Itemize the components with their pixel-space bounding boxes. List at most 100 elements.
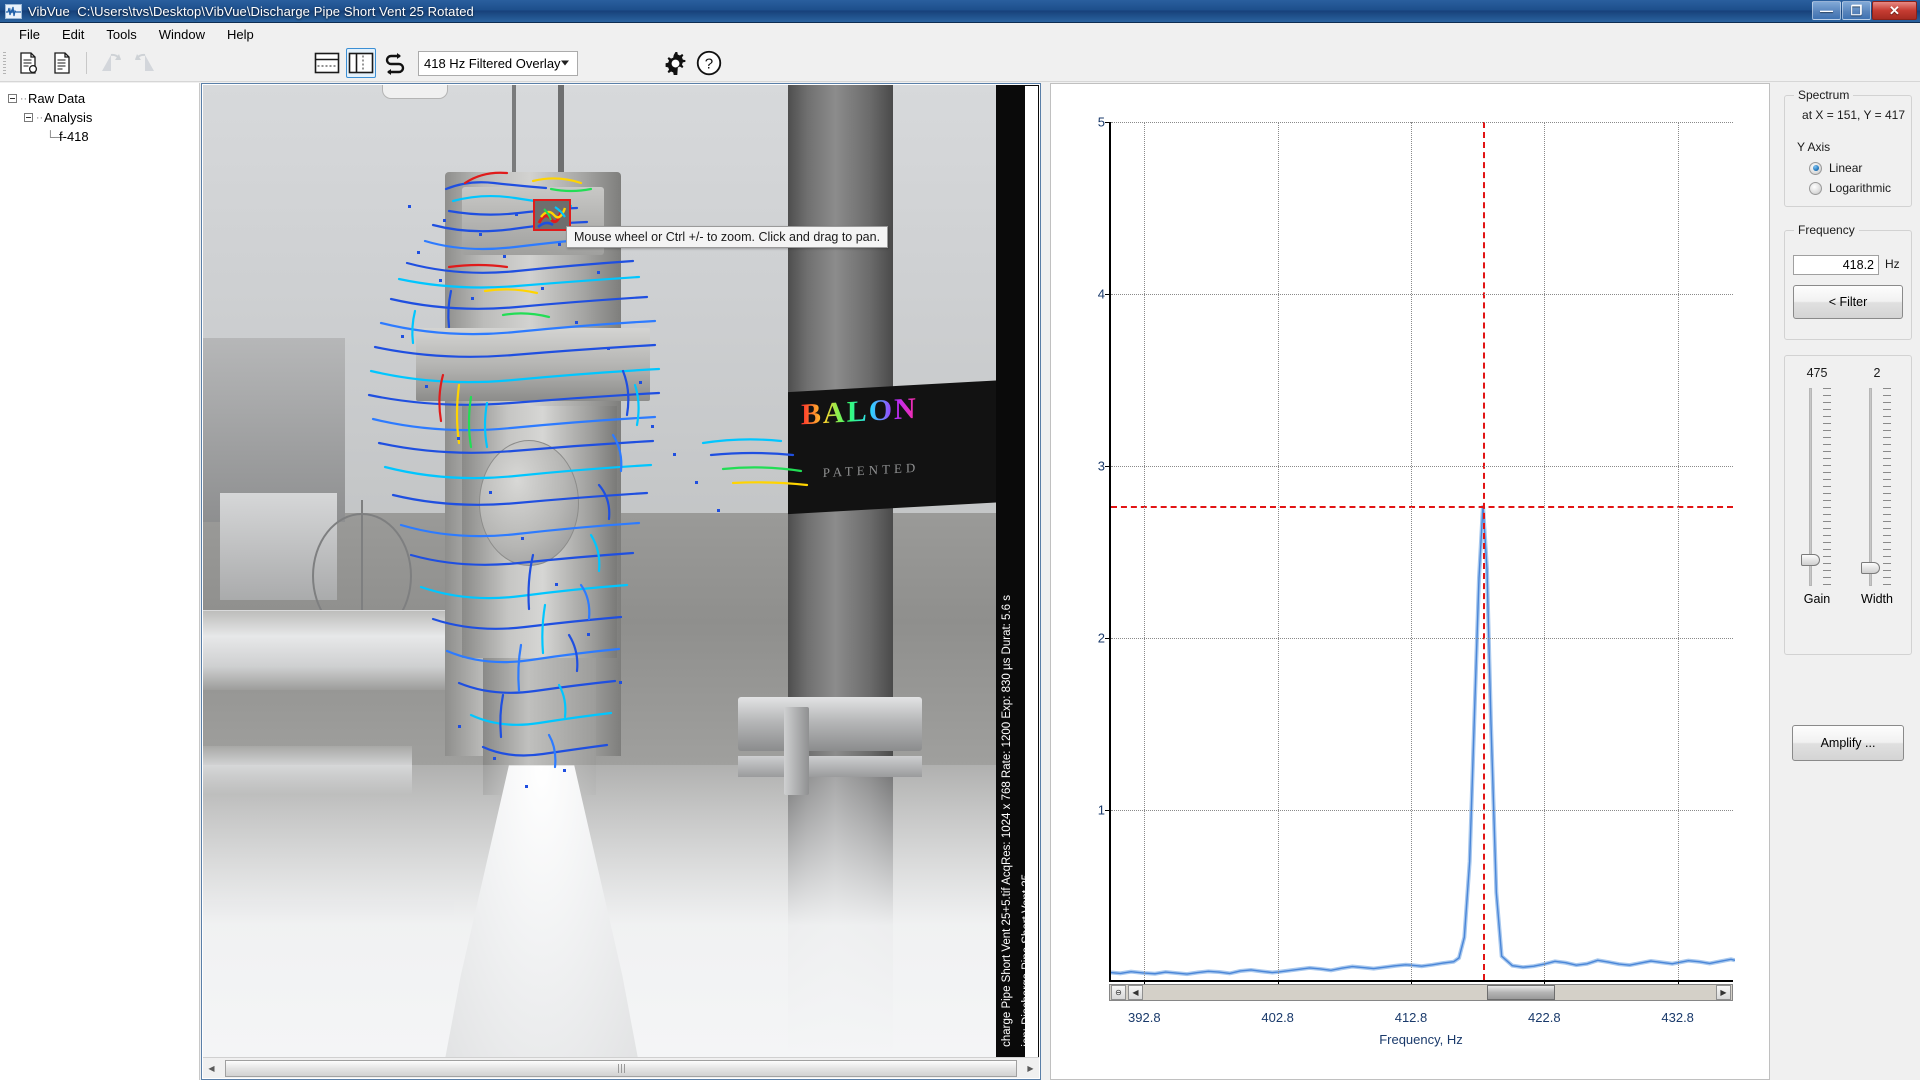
- tree-node-label: Analysis: [44, 110, 93, 125]
- menu-item-edit[interactable]: Edit: [51, 25, 95, 44]
- radio-option-logarithmic[interactable]: Logarithmic: [1795, 181, 1891, 195]
- gain-width-group: 475 Gain 2 Width: [1784, 355, 1912, 655]
- tree-node-raw-data[interactable]: ·· Raw Data: [0, 89, 199, 108]
- new-document-icon[interactable]: [13, 48, 43, 78]
- scene-pipe-clamp-2: [738, 755, 922, 778]
- radio-linear-icon[interactable]: [1809, 161, 1822, 175]
- thermal-scene-image: BALON PATENTED charge Pipe Short Vent 25…: [203, 85, 1039, 1057]
- x-axis-label: Frequency, Hz: [1379, 1032, 1463, 1047]
- document-path: C:\Users\tvs\Desktop\VibVue\Discharge Pi…: [77, 3, 474, 19]
- toolbar-separator: [86, 52, 87, 74]
- scrollbar-grip-icon: [617, 1063, 625, 1073]
- scrollbar-thumb[interactable]: [225, 1059, 1017, 1077]
- frequency-value: 418.2: [1842, 258, 1874, 272]
- radio-option-linear[interactable]: Linear: [1795, 161, 1862, 175]
- scene-thin-pole-2: [512, 85, 517, 173]
- y-axis-tick-mark: [1105, 122, 1111, 123]
- menu-bar: File Edit Tools Window Help: [0, 23, 1920, 45]
- radio-logarithmic-icon[interactable]: [1809, 181, 1822, 195]
- width-slider-ticks: [1883, 388, 1891, 586]
- chart-scrollbar-track[interactable]: [1144, 985, 1715, 1000]
- amplify-button[interactable]: Amplify ...: [1792, 725, 1904, 761]
- undo-arrow-icon[interactable]: [96, 48, 126, 78]
- gridline-vertical: [1144, 122, 1146, 980]
- scroll-right-arrow-icon[interactable]: ▶: [1716, 985, 1731, 1000]
- open-document-icon[interactable]: [47, 48, 77, 78]
- gear-icon[interactable]: [658, 48, 692, 78]
- scene-clamp-bolt: [784, 707, 810, 795]
- chart-horizontal-scrollbar[interactable]: ⊖ ◀ ▶: [1109, 984, 1733, 1001]
- spectrum-series-line: [1111, 505, 1735, 977]
- image-vertical-scrollbar[interactable]: [1025, 86, 1038, 1057]
- gain-slider-thumb[interactable]: [1801, 554, 1820, 566]
- chevron-down-icon: [561, 60, 569, 66]
- acquisition-metadata-text: charge Pipe Short Vent 25+5.tif AcqRes: …: [1001, 595, 1013, 1047]
- collapse-toggle-icon[interactable]: [8, 94, 17, 103]
- spectrum-plot-area[interactable]: 1 2 3 4 5 392.8 402.8 412.8 422.8 432.8: [1098, 115, 1735, 1025]
- tree-connector: └─: [46, 129, 64, 144]
- image-viewer-panel: BALON PATENTED charge Pipe Short Vent 25…: [201, 83, 1041, 1080]
- close-button[interactable]: ✕: [1872, 1, 1917, 20]
- zoom-out-icon[interactable]: ⊖: [1111, 985, 1126, 1000]
- x-axis-tick-label: 422.8: [1528, 1010, 1561, 1025]
- layout-horizontal-split-icon[interactable]: [312, 48, 342, 78]
- width-slider-track[interactable]: [1869, 388, 1872, 586]
- gridline-horizontal: [1111, 122, 1733, 123]
- minimize-button[interactable]: —: [1812, 1, 1841, 20]
- scrollbar-track[interactable]: [220, 1058, 1022, 1078]
- project-tree: ·· Raw Data ·· Analysis └─ f-418: [0, 83, 200, 1080]
- gridline-horizontal: [1111, 294, 1733, 295]
- tree-node-analysis[interactable]: ·· Analysis: [0, 108, 199, 127]
- scene-horizontal-pipe: [203, 609, 479, 690]
- gridline-vertical: [1277, 122, 1279, 980]
- control-panel: Spectrum at X = 151, Y = 417 Y Axis Line…: [1776, 83, 1920, 1080]
- y-axis-tick-mark: [1105, 466, 1111, 467]
- scene-pipe-clamp: [738, 697, 922, 751]
- chart-scrollbar-thumb[interactable]: [1486, 985, 1556, 1000]
- menu-item-tools[interactable]: Tools: [95, 25, 147, 44]
- tree-connector: ··: [35, 111, 44, 124]
- layout-vertical-split-icon[interactable]: [346, 48, 376, 78]
- redo-arrow-icon[interactable]: [130, 48, 160, 78]
- spectrum-chart-panel: 1 2 3 4 5 392.8 402.8 412.8 422.8 432.8 ⊖ ◀ ▶ Fre…: [1050, 83, 1770, 1080]
- y-axis-tick-label: 1: [1097, 802, 1105, 818]
- nameplate-label: BALON: [801, 392, 918, 432]
- gain-slider-ticks: [1823, 388, 1831, 586]
- spectrum-group-title: Spectrum: [1794, 88, 1854, 102]
- gain-value: 475: [1806, 366, 1828, 380]
- tree-node-f-418[interactable]: └─ f-418: [0, 127, 199, 146]
- scene-vent-flange: [416, 328, 651, 401]
- width-slider-thumb[interactable]: [1861, 562, 1880, 574]
- y-axis-tick-label: 4: [1097, 286, 1105, 302]
- tree-connector: ··: [19, 92, 28, 105]
- collapse-toggle-icon[interactable]: [24, 113, 33, 122]
- frequency-input[interactable]: 418.2: [1793, 255, 1879, 275]
- radio-logarithmic-label: Logarithmic: [1829, 181, 1892, 195]
- menu-item-file[interactable]: File: [8, 25, 51, 44]
- x-axis-tick-label: 432.8: [1661, 1010, 1694, 1025]
- width-slider-wrap: 2 Width: [1857, 366, 1897, 606]
- app-name: VibVue: [28, 3, 70, 19]
- pan-handle[interactable]: [382, 85, 448, 99]
- toolbar: 418 Hz Filtered Overlay ?: [0, 45, 1920, 82]
- image-horizontal-scrollbar[interactable]: ◀ ▶: [203, 1057, 1039, 1078]
- menu-item-help[interactable]: Help: [216, 25, 265, 44]
- scroll-left-arrow-icon[interactable]: ◀: [1128, 985, 1143, 1000]
- toolbar-grip[interactable]: [3, 52, 6, 74]
- overlay-mode-select[interactable]: 418 Hz Filtered Overlay: [418, 50, 578, 76]
- restore-button[interactable]: ❐: [1842, 1, 1871, 20]
- swap-panels-icon[interactable]: [380, 48, 410, 78]
- question-mark-icon[interactable]: ?: [692, 48, 726, 78]
- filter-button[interactable]: < Filter: [1793, 285, 1903, 319]
- width-label: Width: [1861, 592, 1893, 606]
- gain-slider-wrap: 475 Gain: [1797, 366, 1837, 606]
- waveform-icon: [5, 3, 22, 19]
- scroll-left-arrow-icon[interactable]: ◀: [203, 1059, 220, 1078]
- overlay-mode-value: 418 Hz Filtered Overlay: [424, 55, 561, 71]
- menu-item-window[interactable]: Window: [148, 25, 216, 44]
- radio-linear-label: Linear: [1829, 161, 1863, 175]
- frequency-unit-label: Hz: [1885, 257, 1900, 271]
- y-axis-tick-mark: [1105, 294, 1111, 295]
- image-canvas[interactable]: BALON PATENTED charge Pipe Short Vent 25…: [203, 85, 1039, 1057]
- scroll-right-arrow-icon[interactable]: ▶: [1022, 1059, 1039, 1078]
